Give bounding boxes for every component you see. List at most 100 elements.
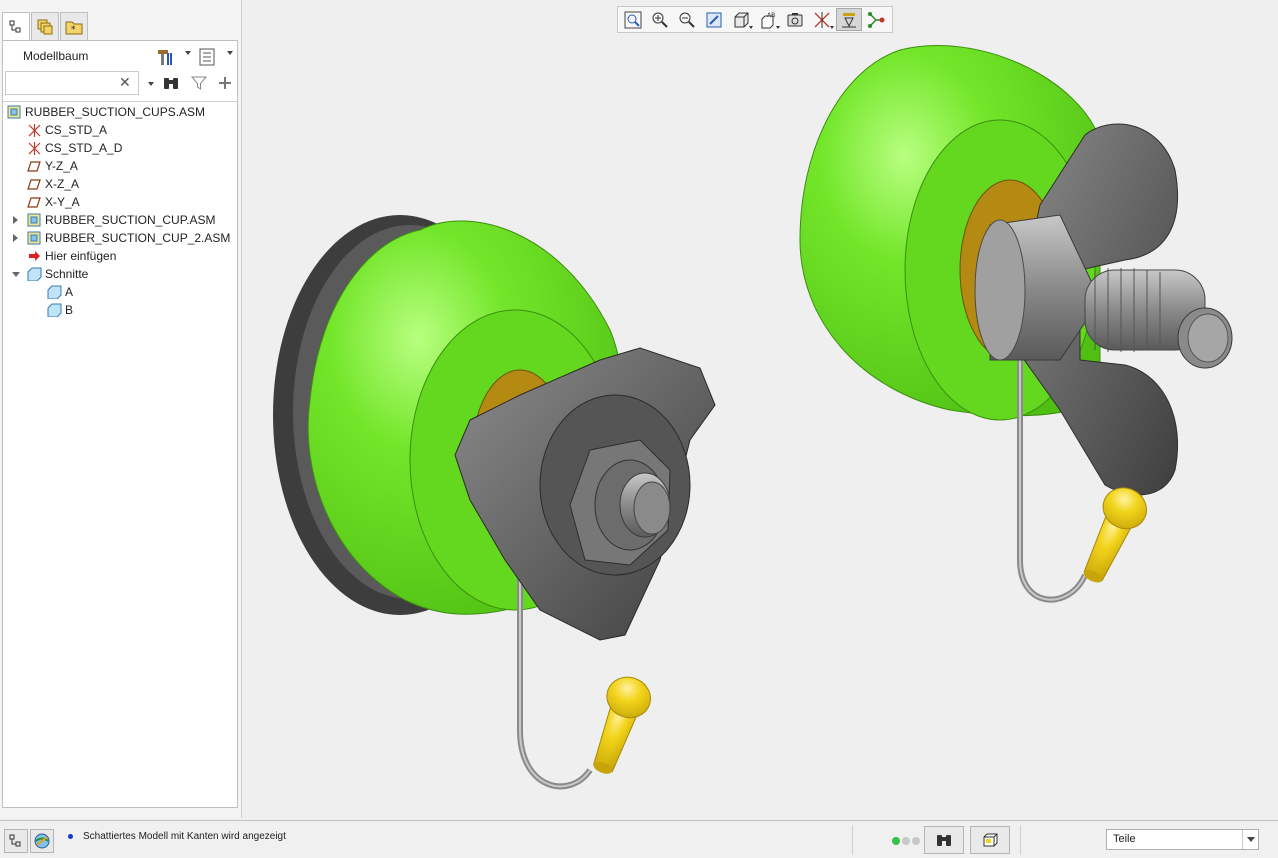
zoom-in-button[interactable]: [647, 8, 673, 31]
tree-display-dropdown-caret[interactable]: [227, 51, 233, 55]
zoom-in-icon: [652, 12, 668, 28]
spin-center-button[interactable]: [863, 8, 889, 31]
suction-cup-assembly-2[interactable]: [799, 45, 1233, 603]
search-row: ✕: [3, 71, 237, 97]
display-style-button[interactable]: [728, 8, 754, 31]
refit-icon: [624, 11, 642, 28]
tree-title: Modellbaum: [23, 49, 89, 63]
tree-item-label: RUBBER_SUCTION_CUP_2.ASM: [45, 231, 231, 245]
tree-item-label: B: [65, 303, 74, 317]
datum-plane-icon: [27, 161, 41, 172]
tree-item-label: A: [65, 285, 74, 299]
refit-button[interactable]: [620, 8, 646, 31]
tree-item-label: X-Z_A: [45, 177, 80, 191]
section-icon: [47, 285, 62, 299]
saved-orientations-button[interactable]: AB: [755, 8, 781, 31]
graphics-window[interactable]: AB: [243, 0, 1278, 818]
repaint-icon: [706, 12, 722, 27]
display-style-icon: [734, 12, 749, 27]
tree-item-datum-plane[interactable]: X-Z_A: [3, 175, 237, 193]
tree-item-sections[interactable]: Schnitte: [3, 265, 237, 283]
regeneration-status: [892, 837, 922, 845]
chevron-down-icon[interactable]: [1242, 830, 1258, 849]
tree-item-coordinate-system[interactable]: CS_STD_A_D: [3, 139, 237, 157]
tree-item-root-assembly[interactable]: RUBBER_SUCTION_CUPS.ASM: [3, 103, 237, 121]
filter-button[interactable]: [189, 73, 209, 93]
tree-list-icon: [199, 48, 215, 66]
globe-icon: [34, 833, 50, 849]
tab-layers[interactable]: [31, 12, 59, 40]
datum-plane-icon: [27, 197, 41, 208]
selection-box-icon: [983, 833, 998, 847]
model-tree-panel: * Modellbaum ✕ RUBBER_SUCTION_CUPS.ASM C…: [0, 0, 242, 818]
toggle-browser-button[interactable]: [30, 829, 54, 853]
collapse-icon[interactable]: [12, 272, 20, 277]
binoculars-icon: [164, 78, 178, 89]
zoom-out-icon: [679, 12, 695, 28]
find-button[interactable]: [924, 826, 964, 854]
tree-item-datum-plane[interactable]: X-Y_A: [3, 193, 237, 211]
model-tree-body: Modellbaum ✕ RUBBER_SUCTION_CUPS.ASM CS_…: [2, 40, 238, 808]
tree-item-insert-here[interactable]: Hier einfügen: [3, 247, 237, 265]
panel-tabs: *: [2, 12, 89, 40]
clear-search-icon[interactable]: ✕: [119, 74, 131, 91]
model-tree: RUBBER_SUCTION_CUPS.ASM CS_STD_A CS_STD_…: [3, 103, 237, 319]
settings-button[interactable]: [155, 47, 175, 67]
tab-model-tree[interactable]: [2, 12, 30, 40]
tree-item-section[interactable]: B: [3, 301, 237, 319]
status-divider: [852, 825, 853, 855]
zoom-out-button[interactable]: [674, 8, 700, 31]
find-button[interactable]: [161, 73, 181, 93]
tree-header: Modellbaum: [3, 41, 237, 71]
tree-item-label: RUBBER_SUCTION_CUP.ASM: [45, 213, 216, 227]
tree-item-label: Hier einfügen: [45, 249, 117, 263]
tree-item-subassembly[interactable]: RUBBER_SUCTION_CUP_2.ASM: [3, 229, 237, 247]
expand-icon[interactable]: [13, 216, 18, 224]
knob-2: [1083, 487, 1147, 583]
tab-favorites[interactable]: *: [60, 12, 88, 40]
selection-filter-select[interactable]: Teile: [1106, 829, 1259, 850]
toggle-navigator-button[interactable]: [4, 829, 28, 853]
datum-display-button[interactable]: [809, 8, 835, 31]
saved-orientations-icon: AB: [761, 12, 775, 28]
coordinate-system-icon: [28, 124, 41, 137]
tree-item-subassembly[interactable]: RUBBER_SUCTION_CUP.ASM: [3, 211, 237, 229]
annotation-display-icon: [842, 12, 856, 27]
model-tree-icon: [9, 20, 21, 32]
tree-item-section[interactable]: A: [3, 283, 237, 301]
insert-here-arrow-icon: [29, 251, 40, 261]
tree-display-button[interactable]: [197, 47, 217, 67]
binoculars-icon: [937, 835, 951, 846]
svg-text:AB: AB: [767, 12, 775, 19]
sections-icon: [27, 267, 42, 281]
message-bullet: [68, 834, 73, 839]
status-message: Schattiertes Modell mit Kanten wird ange…: [83, 831, 286, 842]
3d-model-view[interactable]: [243, 0, 1278, 818]
tree-item-label: RUBBER_SUCTION_CUPS.ASM: [25, 105, 206, 119]
threaded-bolt-2: [1084, 268, 1233, 369]
search-dropdown-caret[interactable]: [148, 82, 154, 86]
tree-item-datum-plane[interactable]: Y-Z_A: [3, 157, 237, 175]
selection-filter-value: Teile: [1113, 833, 1136, 845]
plus-icon: [219, 77, 231, 89]
selection-box-button[interactable]: [970, 826, 1010, 854]
annotation-display-button[interactable]: [836, 8, 862, 31]
tree-separator: [3, 101, 237, 102]
model-tree-icon: [9, 834, 21, 847]
repaint-button[interactable]: [701, 8, 727, 31]
filter-icon: [191, 76, 207, 90]
assembly-icon: [27, 231, 41, 245]
expand-icon[interactable]: [13, 234, 18, 242]
graphics-toolbar: AB: [617, 6, 893, 33]
status-divider: [1020, 825, 1021, 855]
tree-item-label: Y-Z_A: [45, 159, 78, 173]
view-manager-button[interactable]: [782, 8, 808, 31]
layers-icon: [37, 19, 53, 34]
settings-dropdown-caret[interactable]: [185, 51, 191, 55]
datum-display-icon: [814, 11, 830, 28]
add-column-button[interactable]: [215, 73, 235, 93]
tree-item-label: CS_STD_A_D: [45, 141, 123, 155]
tree-item-coordinate-system[interactable]: CS_STD_A: [3, 121, 237, 139]
assembly-icon: [27, 213, 41, 227]
suction-cup-assembly-1[interactable]: [273, 215, 716, 790]
